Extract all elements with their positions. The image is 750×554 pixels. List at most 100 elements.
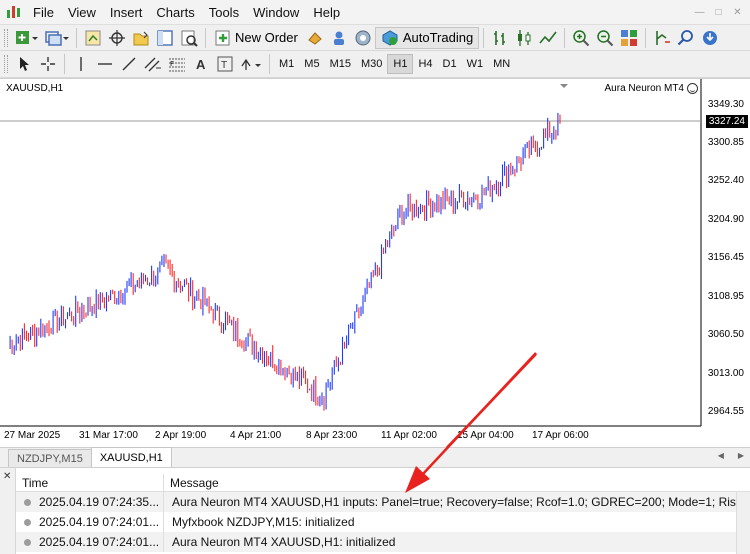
tab-scroll-right-icon[interactable]: ▶ [738,451,744,460]
options-icon[interactable] [699,27,721,49]
text-tool-icon[interactable]: A [190,53,212,75]
toolbar-grip[interactable] [4,28,8,47]
journal-row[interactable]: 2025.04.19 07:24:01... Myfxbook NZDJPY,M… [16,512,750,532]
autotrading-button[interactable]: AutoTrading [374,26,480,49]
vertical-line-icon[interactable] [70,53,92,75]
standard-toolbar: New Order AutoTrading [0,25,750,51]
chart-shift-icon[interactable] [651,27,673,49]
journal-message: Myfxbook NZDJPY,M15: initialized [163,512,355,532]
horizontal-line-icon[interactable] [94,53,116,75]
price-tick: 3156.45 [707,252,744,263]
time-tick: 17 Apr 06:00 [532,430,589,441]
menu-tools[interactable]: Tools [202,0,246,25]
journal-message: Aura Neuron MT4 XAUUSD,H1: initialized [163,532,395,552]
journal-time: 2025.04.19 07:24:35... [39,495,160,509]
drawing-toolbar: F A T M1 M5 M15 M30 H1 H4 D1 W1 MN [0,51,750,78]
price-tick: 3204.90 [707,214,744,225]
new-order-label: New Order [235,30,298,45]
price-tick: 2964.55 [707,406,744,417]
search-icon[interactable] [675,27,697,49]
timeframe-h4[interactable]: H4 [413,54,437,74]
timeframe-m1[interactable]: M1 [274,54,299,74]
terminal-icon[interactable] [154,27,176,49]
toolbar-separator [269,54,270,74]
autotrading-icon [382,29,398,46]
time-tick: 31 Mar 17:00 [79,430,138,441]
autotrading-label: AutoTrading [402,30,474,45]
timeframe-w1[interactable]: W1 [462,54,489,74]
minimize-icon[interactable]: — [691,4,708,21]
signals-icon[interactable] [328,27,350,49]
journal-panel: ✕ Time Message 2025.04.19 07:24:35... Au… [0,467,750,554]
toolbar-separator [564,27,566,48]
crosshair-icon[interactable] [37,53,59,75]
timeframe-m15[interactable]: M15 [325,54,356,74]
price-tick: 3300.85 [707,137,744,148]
price-tick: 3252.40 [707,175,744,186]
chart-symbol-label: XAUUSD,H1 [6,83,64,94]
data-window-icon[interactable] [106,27,128,49]
close-icon[interactable]: ✕ [729,4,746,21]
new-order-icon [215,30,230,45]
menu-charts[interactable]: Charts [149,0,201,25]
tab-scroll-left-icon[interactable]: ◀ [718,451,724,460]
log-entry-icon [24,538,31,546]
toolbar-separator [483,27,485,48]
log-entry-icon [24,518,31,526]
toolbar-grip[interactable] [4,55,8,73]
bar-chart-icon[interactable] [489,27,511,49]
experts-icon[interactable] [304,27,326,49]
journal-row[interactable]: 2025.04.19 07:24:01... Aura Neuron MT4 X… [16,532,750,552]
timeframe-h1[interactable]: H1 [387,54,414,74]
timeframe-d1[interactable]: D1 [438,54,462,74]
trendline-icon[interactable] [118,53,140,75]
journal-scrollbar[interactable] [736,492,750,554]
column-header-time[interactable]: Time [16,474,164,491]
cursor-icon[interactable] [13,53,35,75]
timeframe-mn[interactable]: MN [488,54,515,74]
zoom-in-icon[interactable] [570,27,592,49]
time-tick: 27 Mar 2025 [4,430,61,441]
tile-windows-icon[interactable] [618,27,640,49]
time-tick: 15 Apr 04:00 [457,430,514,441]
menu-view[interactable]: View [61,0,103,25]
menu-help[interactable]: Help [306,0,347,25]
journal-time: 2025.04.19 07:24:01... [39,535,160,549]
text-label-icon[interactable]: T [214,53,236,75]
column-header-message[interactable]: Message [164,474,219,491]
log-entry-icon [24,498,31,506]
expert-advisor-label[interactable]: Aura Neuron MT4 [605,83,698,94]
toolbar-separator [645,27,647,48]
market-icon[interactable] [352,27,374,49]
journal-header: Time Message [16,474,750,492]
fibonacci-icon[interactable]: F [166,53,188,75]
chart-window[interactable]: XAUUSD,H1 Aura Neuron MT4 3349.30 3327.2… [0,78,750,448]
arrows-icon[interactable] [238,53,264,75]
equidistant-channel-icon[interactable] [142,53,164,75]
candlestick-icon[interactable] [513,27,535,49]
menu-insert[interactable]: Insert [103,0,150,25]
journal-row[interactable]: 2025.04.19 07:24:35... Aura Neuron MT4 X… [16,492,750,512]
journal-time: 2025.04.19 07:24:01... [39,515,160,529]
timeframe-m30[interactable]: M30 [356,54,387,74]
menu-file[interactable]: File [26,0,61,25]
timeframe-m5[interactable]: M5 [299,54,324,74]
new-order-button[interactable]: New Order [210,27,303,49]
close-icon[interactable]: ✕ [3,471,11,482]
svg-text:A: A [196,57,206,72]
price-chart[interactable] [0,79,750,448]
journal-message: Aura Neuron MT4 XAUUSD,H1 inputs: Panel=… [163,492,750,512]
menu-window[interactable]: Window [246,0,306,25]
time-tick: 2 Apr 19:00 [155,430,207,441]
tab-nzdjpy-m15[interactable]: NZDJPY,M15 [8,449,92,467]
restore-icon[interactable]: □ [710,4,727,21]
new-chart-button[interactable] [13,27,41,49]
strategy-tester-icon[interactable] [178,27,200,49]
navigator-icon[interactable] [130,27,152,49]
profiles-button[interactable] [43,27,71,49]
line-chart-icon[interactable] [537,27,559,49]
zoom-out-icon[interactable] [594,27,616,49]
market-watch-icon[interactable] [82,27,104,49]
svg-text:T: T [221,60,227,71]
tab-xauusd-h1[interactable]: XAUUSD,H1 [90,447,172,467]
